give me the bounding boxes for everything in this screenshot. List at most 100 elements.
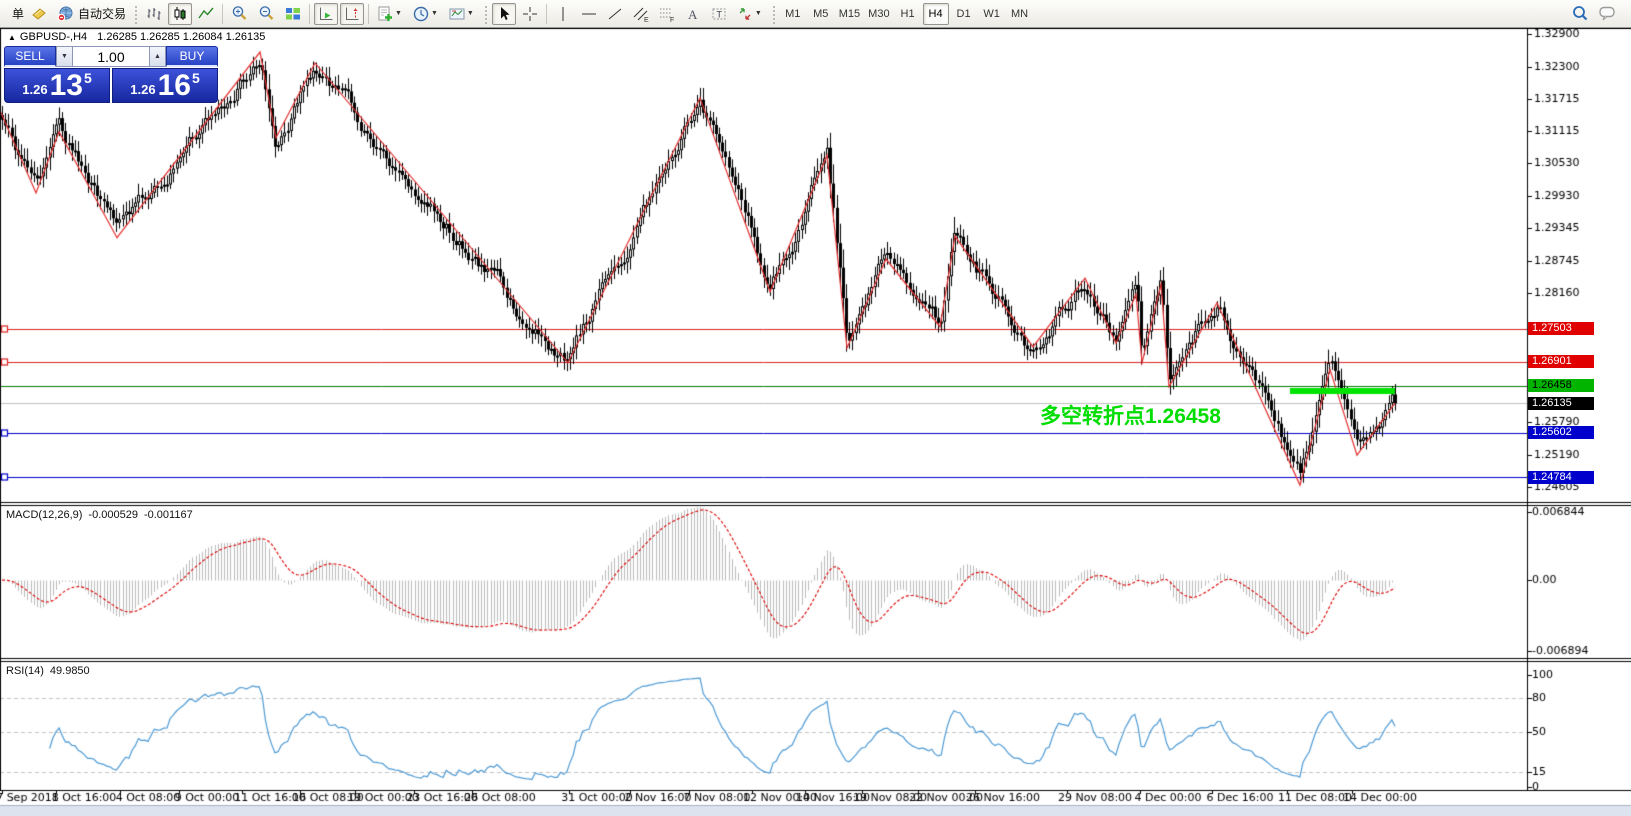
indicators-button[interactable]: ▼: [373, 3, 407, 25]
fibonacci-icon: F: [658, 5, 676, 23]
buy-price-display[interactable]: 1.26 16 5: [112, 68, 218, 103]
volume-input[interactable]: [73, 46, 149, 67]
dropdown-caret-icon: ▼: [755, 10, 762, 17]
new-order-label: 单: [12, 5, 24, 22]
sell-price-sup: 5: [84, 70, 92, 86]
order-book-button[interactable]: [27, 3, 51, 25]
text-label-button[interactable]: T: [707, 3, 731, 25]
tab-timeframe-w1[interactable]: W1: [979, 3, 1005, 25]
text-icon: A: [685, 5, 701, 23]
svg-text:T: T: [716, 9, 722, 19]
horizontal-line-icon: [580, 5, 598, 23]
toolbar-grip: [483, 4, 488, 24]
search-icon: [1571, 4, 1590, 23]
line-chart-button[interactable]: [194, 3, 218, 25]
periods-icon: [412, 5, 430, 23]
buy-button[interactable]: BUY: [166, 46, 218, 67]
dropdown-caret-icon: ▼: [467, 10, 474, 17]
cursor-icon: [495, 5, 513, 23]
dropdown-caret-icon: ▼: [395, 10, 402, 17]
macd-value-signal: -0.001167: [144, 509, 193, 521]
rsi-label: RSI(14): [6, 665, 44, 677]
arrows-button[interactable]: ▼: [733, 3, 767, 25]
buy-price-big: 16: [158, 72, 191, 100]
timeframe-group: M1M5M15M30H1H4D1W1MN: [779, 3, 1034, 25]
price-tag-1.26458: 1.26458: [1528, 379, 1594, 392]
zoom-in-button[interactable]: [227, 3, 252, 25]
tile-windows-icon: [284, 5, 302, 23]
svg-text:F: F: [670, 17, 674, 23]
chart-annotation-text: 多空转折点1.26458: [1040, 400, 1221, 430]
crosshair-button[interactable]: [518, 3, 542, 25]
rsi-header: RSI(14)49.9850: [6, 665, 96, 677]
autotrading-label: 自动交易: [78, 5, 126, 22]
chart-title: ▲GBPUSD-,H41.26285 1.26285 1.26084 1.261…: [8, 31, 265, 43]
chat-icon: [1598, 4, 1618, 23]
macd-label: MACD(12,26,9): [6, 509, 82, 521]
trendline-button[interactable]: [603, 3, 627, 25]
auto-scroll-icon: [317, 5, 335, 23]
price-tag-1.26901: 1.26901: [1528, 355, 1594, 368]
sell-label: SELL: [15, 49, 44, 63]
tab-timeframe-m15[interactable]: M15: [836, 3, 863, 25]
toolbar: 单 自动交易: [0, 0, 1631, 28]
svg-text:A: A: [688, 7, 698, 22]
arrows-icon: [736, 5, 754, 23]
text-button[interactable]: A: [681, 3, 705, 25]
sell-button[interactable]: SELL: [4, 46, 56, 67]
text-label-icon: T: [710, 5, 728, 23]
trendline-icon: [606, 5, 624, 23]
toolbar-separator: [309, 4, 310, 24]
zoom-out-icon: [257, 4, 276, 23]
tab-timeframe-m30[interactable]: M30: [865, 3, 892, 25]
search-button[interactable]: [1568, 3, 1593, 25]
cursor-button[interactable]: [492, 3, 516, 25]
candlestick-chart-button[interactable]: [168, 3, 192, 25]
tab-timeframe-d1[interactable]: D1: [951, 3, 977, 25]
toolbar-separator: [222, 4, 223, 24]
macd-header: MACD(12,26,9)-0.000529-0.001167: [6, 509, 199, 521]
chat-button[interactable]: [1595, 3, 1621, 25]
equidistant-channel-button[interactable]: E: [629, 3, 653, 25]
one-click-trading-panel: SELL ▼ ▲ BUY 1.26 13 5 1.26 16 5: [4, 46, 218, 103]
price-tag-1.25602: 1.25602: [1528, 426, 1594, 439]
volume-increase-button[interactable]: ▲: [149, 46, 166, 67]
tile-windows-button[interactable]: [281, 3, 305, 25]
auto-scroll-button[interactable]: [314, 3, 338, 25]
crosshair-icon: [521, 5, 539, 23]
new-order-button[interactable]: 单: [1, 3, 25, 25]
bar-chart-button[interactable]: [142, 3, 166, 25]
sell-price-display[interactable]: 1.26 13 5: [4, 68, 110, 103]
sell-price-prefix: 1.26: [22, 82, 47, 97]
chart-shift-icon: [343, 5, 361, 23]
tab-timeframe-m1[interactable]: M1: [780, 3, 806, 25]
equidistant-channel-icon: E: [632, 5, 650, 23]
vertical-line-button[interactable]: [551, 3, 575, 25]
order-book-icon: [30, 5, 48, 23]
zoom-in-icon: [230, 4, 249, 23]
line-chart-icon: [197, 5, 215, 23]
candlestick-chart-icon: [171, 5, 189, 23]
price-tag-1.27503: 1.27503: [1528, 322, 1594, 335]
tab-timeframe-mn[interactable]: MN: [1007, 3, 1033, 25]
toolbar-separator: [368, 4, 369, 24]
tab-timeframe-m5[interactable]: M5: [808, 3, 834, 25]
templates-button[interactable]: ▼: [445, 3, 479, 25]
indicators-icon: [376, 5, 394, 23]
periods-button[interactable]: ▼: [409, 3, 443, 25]
chart-shift-button[interactable]: [340, 3, 364, 25]
tab-timeframe-h1[interactable]: H1: [895, 3, 921, 25]
toolbar-grip: [771, 4, 776, 24]
tab-timeframe-h4[interactable]: H4: [923, 3, 949, 25]
sell-price-big: 13: [50, 72, 83, 100]
autotrading-button[interactable]: 自动交易: [53, 3, 129, 25]
fibonacci-button[interactable]: F: [655, 3, 679, 25]
volume-decrease-button[interactable]: ▼: [56, 46, 73, 67]
chart-canvas[interactable]: [0, 0, 1631, 816]
buy-price-sup: 5: [192, 70, 200, 86]
zoom-out-button[interactable]: [254, 3, 279, 25]
chart-quotes: 1.26285 1.26285 1.26084 1.26135: [97, 31, 265, 43]
horizontal-line-button[interactable]: [577, 3, 601, 25]
chart-symbol-period: GBPUSD-,H4: [20, 31, 87, 43]
toolbar-separator: [546, 4, 547, 24]
